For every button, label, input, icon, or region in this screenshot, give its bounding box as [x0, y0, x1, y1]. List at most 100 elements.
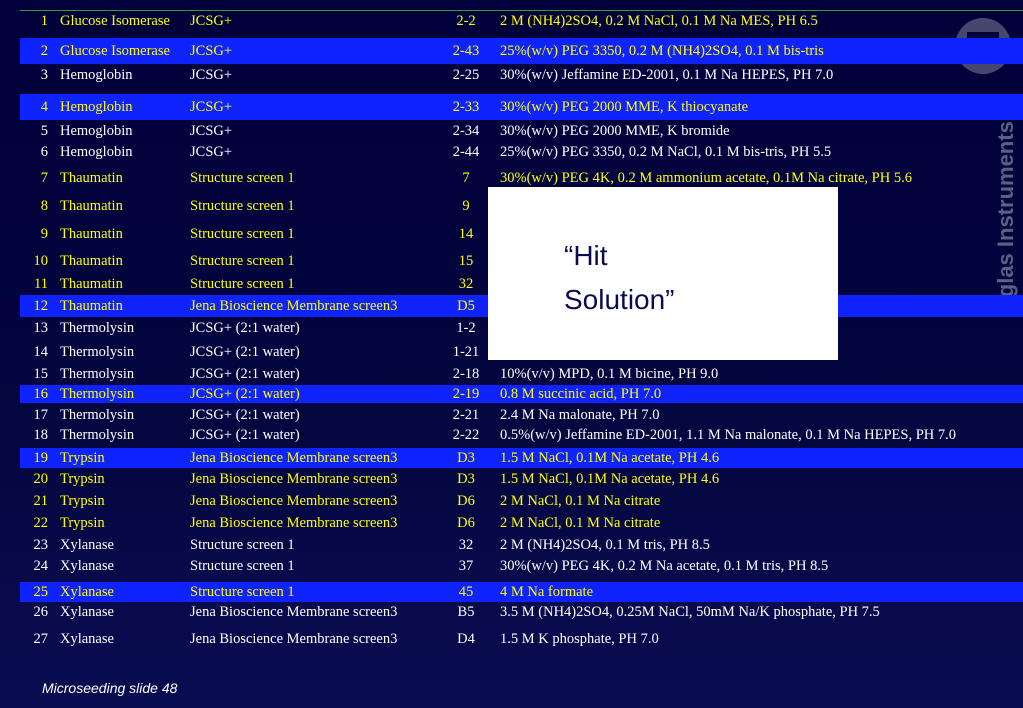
screen-cell: JCSG+ — [190, 99, 233, 115]
condition-cell: 3.5 M (NH4)2SO4, 0.25M NaCl, 50mM Na/K p… — [500, 604, 880, 620]
row-number: 3 — [40, 67, 48, 83]
slide-footer: Microseeding slide 48 — [42, 680, 178, 696]
condition-cell: 30%(w/v) PEG 2000 MME, K thiocyanate — [500, 99, 749, 115]
protein-cell: Hemoglobin — [60, 123, 133, 139]
well-cell: 32 — [458, 537, 474, 553]
condition-cell: 1.5 M NaCl, 0.1M Na acetate, PH 4.6 — [500, 450, 720, 466]
row-number: 21 — [33, 493, 49, 509]
screen-cell: Structure screen 1 — [190, 170, 295, 186]
screen-cell: Structure screen 1 — [190, 276, 295, 292]
condition-cell: 2 M NaCl, 0.1 M Na citrate — [500, 493, 661, 509]
row-number: 20 — [33, 471, 49, 487]
row-number: 14 — [33, 344, 49, 360]
well-cell: 9 — [462, 198, 470, 214]
screen-cell: Jena Bioscience Membrane screen3 — [190, 604, 398, 620]
well-cell: 15 — [458, 253, 474, 269]
row-number: 11 — [34, 276, 48, 292]
screen-cell: JCSG+ (2:1 water) — [190, 386, 300, 402]
protein-cell: Xylanase — [60, 631, 114, 647]
row-number: 4 — [40, 99, 48, 115]
screen-cell: JCSG+ (2:1 water) — [190, 427, 300, 443]
protein-cell: Glucose Isomerase — [60, 13, 170, 29]
table-row: 6 Hemoglobin JCSG+ 2-44 25%(w/v) PEG 3350, 0… — [20, 143, 1023, 161]
table-row: 24 Xylanase Structure screen 1 37 30%(w/v) P… — [20, 557, 1023, 575]
condition-cell: 2 M (NH4)2SO4, 0.2 M NaCl, 0.1 M Na MES,… — [500, 13, 818, 29]
condition-cell: 2.4 M Na malonate, PH 7.0 — [500, 407, 660, 423]
row-number: 13 — [33, 320, 49, 336]
table-row: 15 Thermolysin JCSG+ (2:1 water) 2-18 10%(v/… — [20, 365, 1023, 383]
row-number: 18 — [33, 427, 49, 443]
well-cell: 1-21 — [452, 344, 480, 360]
protein-cell: Thermolysin — [60, 344, 135, 360]
well-cell: 37 — [458, 558, 474, 574]
well-cell: 2-18 — [452, 366, 480, 382]
table-row: 23 Xylanase Structure screen 1 32 2 M (NH4)2… — [20, 536, 1023, 554]
row-number: 6 — [40, 144, 48, 160]
table-row: 4 Hemoglobin JCSG+ 2-33 30%(w/v) PEG 2000 MM… — [20, 94, 1023, 120]
protein-cell: Thaumatin — [60, 226, 123, 242]
well-cell: 2-22 — [452, 427, 480, 443]
row-number: 24 — [33, 558, 49, 574]
protein-cell: Xylanase — [60, 604, 114, 620]
screen-cell: JCSG+ — [190, 123, 233, 139]
protein-cell: Thaumatin — [60, 276, 123, 292]
well-cell: D4 — [457, 631, 475, 647]
table-row: 2 Glucose Isomerase JCSG+ 2-43 25%(w/v) PEG … — [20, 38, 1023, 64]
protein-cell: Thaumatin — [60, 298, 123, 314]
screen-cell: JCSG+ — [190, 144, 233, 160]
table-row: 18 Thermolysin JCSG+ (2:1 water) 2-22 0.5%(w… — [20, 426, 1023, 444]
condition-cell: 10%(v/v) MPD, 0.1 M bicine, PH 9.0 — [500, 366, 719, 382]
row-number: 15 — [33, 366, 49, 382]
screen-cell: Structure screen 1 — [190, 198, 295, 214]
protein-cell: Thermolysin — [60, 366, 135, 382]
protein-cell: Hemoglobin — [60, 144, 133, 160]
top-rule — [20, 10, 1023, 11]
condition-cell: 0.8 M succinic acid, PH 7.0 — [500, 386, 662, 402]
row-number: 22 — [33, 515, 49, 531]
row-number: 12 — [33, 298, 49, 314]
table-row: 20 Trypsin Jena Bioscience Membrane screen… — [20, 470, 1023, 488]
well-cell: 2-33 — [452, 99, 480, 115]
screen-cell: Structure screen 1 — [190, 558, 295, 574]
condition-cell: 0.5%(w/v) Jeffamine ED-2001, 1.1 M Na ma… — [500, 427, 957, 443]
protein-cell: Trypsin — [60, 471, 105, 487]
screen-cell: JCSG+ (2:1 water) — [190, 366, 300, 382]
table-row: 19 Trypsin Jena Bioscience Membrane screen… — [20, 448, 1023, 468]
row-number: 5 — [40, 123, 48, 139]
row-number: 7 — [40, 170, 48, 186]
table-row: 17 Thermolysin JCSG+ (2:1 water) 2-21 2.4 M … — [20, 406, 1023, 424]
row-number: 2 — [40, 43, 48, 59]
callout-line-2: Solution” — [564, 284, 675, 315]
condition-cell: 2 M (NH4)2SO4, 0.1 M tris, PH 8.5 — [500, 537, 710, 553]
well-cell: 2-21 — [452, 407, 480, 423]
screen-cell: Structure screen 1 — [190, 253, 295, 269]
screen-cell: Jena Bioscience Membrane screen3 — [190, 471, 398, 487]
protein-cell: Trypsin — [60, 450, 105, 466]
table-row: 5 Hemoglobin JCSG+ 2-34 30%(w/v) PEG 2000 MM… — [20, 122, 1023, 140]
screen-cell: JCSG+ (2:1 water) — [190, 320, 300, 336]
row-number: 27 — [33, 631, 49, 647]
protein-cell: Xylanase — [60, 558, 114, 574]
condition-cell: 1.5 M K phosphate, PH 7.0 — [500, 631, 659, 647]
table-row: 25 Xylanase Structure screen 1 45 4 M Na for… — [20, 582, 1023, 602]
table-row: 27 Xylanase Jena Bioscience Membrane scree… — [20, 630, 1023, 648]
well-cell: 2-34 — [452, 123, 480, 139]
protein-cell: Trypsin — [60, 493, 105, 509]
row-number: 1 — [40, 13, 48, 29]
protein-cell: Hemoglobin — [60, 99, 133, 115]
row-number: 10 — [33, 253, 49, 269]
row-number: 8 — [40, 198, 48, 214]
hit-solution-callout: “Hit Solution” — [488, 187, 838, 360]
well-cell: D6 — [457, 493, 475, 509]
screen-cell: JCSG+ — [190, 67, 233, 83]
well-cell: D6 — [457, 515, 475, 531]
condition-cell: 25%(w/v) PEG 3350, 0.2 M NaCl, 0.1 M bis… — [500, 144, 832, 160]
condition-cell: 30%(w/v) PEG 2000 MME, K bromide — [500, 123, 730, 139]
screen-cell: Jena Bioscience Membrane screen3 — [190, 515, 398, 531]
table-row: 21 Trypsin Jena Bioscience Membrane screen… — [20, 492, 1023, 510]
table-row: 26 Xylanase Jena Bioscience Membrane scree… — [20, 603, 1023, 621]
table-row: 7 Thaumatin Structure screen 1 7 30%(w/v) PE… — [20, 169, 1023, 187]
protein-cell: Thaumatin — [60, 253, 123, 269]
condition-cell: 30%(w/v) Jeffamine ED-2001, 0.1 M Na HEP… — [500, 67, 834, 83]
protein-cell: Thaumatin — [60, 170, 123, 186]
